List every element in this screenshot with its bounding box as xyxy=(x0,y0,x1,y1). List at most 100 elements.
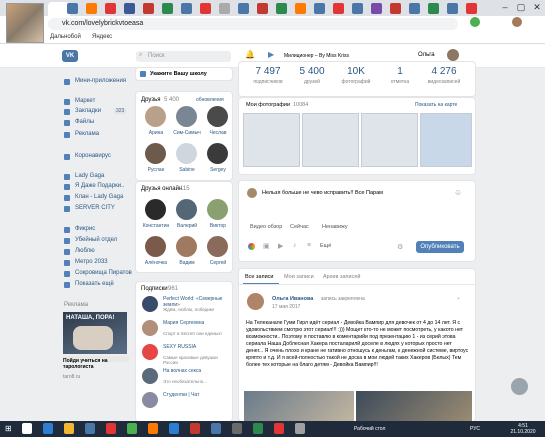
taskbar-app-icon[interactable] xyxy=(43,423,53,434)
photo-thumbnail[interactable] xyxy=(302,113,359,167)
online-friend-avatar[interactable] xyxy=(176,199,197,220)
browser-tab[interactable] xyxy=(219,3,230,14)
taskbar-app-icon[interactable] xyxy=(64,423,74,434)
subscription-avatar[interactable] xyxy=(142,296,158,312)
taskbar-app-icon[interactable] xyxy=(190,423,200,434)
taskbar-app-icon[interactable] xyxy=(22,423,32,434)
friend-name[interactable]: Арина xyxy=(142,130,170,136)
friends-updates-link[interactable]: обновления xyxy=(196,97,224,103)
browser-tab[interactable] xyxy=(162,3,173,14)
settings-icon[interactable]: ⚙ xyxy=(397,243,403,251)
online-friend-name[interactable]: Константин xyxy=(142,223,170,229)
chat-avatar[interactable] xyxy=(511,378,528,395)
video-icon[interactable]: ▶ xyxy=(278,242,283,250)
online-friend-avatar[interactable] xyxy=(176,236,197,257)
browser-tab[interactable] xyxy=(409,3,420,14)
online-friend-name[interactable]: Валерий xyxy=(173,223,201,229)
taskbar-app-icon[interactable] xyxy=(232,423,242,434)
photo-icon[interactable]: ▣ xyxy=(263,242,270,250)
friend-avatar[interactable] xyxy=(176,143,197,164)
photos-title[interactable]: Мои фотографии xyxy=(246,102,290,108)
show-on-map-link[interactable]: Показать на карте xyxy=(415,102,457,108)
sidebar-item[interactable]: Метро 2033 xyxy=(62,259,130,268)
chevron-down-icon[interactable]: ⌄ xyxy=(456,294,461,301)
post-image[interactable] xyxy=(244,391,354,421)
composer-option[interactable]: Ненавижу xyxy=(322,224,348,230)
subscription-avatar[interactable] xyxy=(142,320,158,336)
browser-tab[interactable] xyxy=(86,3,97,14)
color-icon[interactable] xyxy=(248,243,255,250)
more-button[interactable]: Ещё xyxy=(320,243,331,249)
friend-avatar[interactable] xyxy=(145,143,166,164)
sidebar-item[interactable]: Клан - Lady Gaga xyxy=(62,194,130,203)
bookmark-item[interactable]: Яндекс xyxy=(92,34,112,40)
browser-tab[interactable] xyxy=(333,3,344,14)
friend-name[interactable]: Sabine xyxy=(173,167,201,173)
sidebar-item[interactable]: Показать ещё xyxy=(62,281,130,290)
online-friend-name[interactable]: Сергей xyxy=(204,260,232,266)
online-friend-name[interactable]: Вадим xyxy=(173,260,201,266)
online-friend-avatar[interactable] xyxy=(207,236,228,257)
sidebar-item[interactable]: Мини-приложения xyxy=(62,78,130,87)
browser-tab[interactable] xyxy=(466,3,477,14)
browser-tab[interactable] xyxy=(105,3,116,14)
subscription-name[interactable]: На волнах секса xyxy=(163,368,229,374)
subscriptions-title[interactable]: Подписки xyxy=(141,286,168,292)
ad-text[interactable]: Пойди учиться на тарологиста xyxy=(63,358,129,370)
sidebar-item[interactable]: Я Даже Подарки.. xyxy=(62,183,130,192)
subscription-avatar[interactable] xyxy=(142,392,158,408)
friend-avatar[interactable] xyxy=(176,106,197,127)
sidebar-item[interactable]: Маркет xyxy=(62,98,130,107)
subscription-avatar[interactable] xyxy=(142,368,158,384)
language-indicator[interactable]: РУС xyxy=(470,426,480,432)
browser-tab[interactable] xyxy=(352,3,363,14)
subscription-avatar[interactable] xyxy=(142,344,158,360)
music-icon[interactable]: ♪ xyxy=(293,242,297,249)
maximize-icon[interactable]: ▢ xyxy=(514,2,528,13)
friend-avatar[interactable] xyxy=(207,106,228,127)
url-field[interactable]: vk.com/lovelybrickvtoeasa xyxy=(48,18,458,30)
friends-online-title[interactable]: Друзья онлайн xyxy=(141,186,182,192)
sidebar-item[interactable]: Убейный отдел xyxy=(62,237,130,246)
extension-icon[interactable] xyxy=(470,17,480,27)
taskbar-app-icon[interactable] xyxy=(211,423,221,434)
online-friend-name[interactable]: Виктор xyxy=(204,223,232,229)
online-friend-avatar[interactable] xyxy=(145,199,166,220)
emoji-icon[interactable]: ☺ xyxy=(454,188,462,197)
taskbar-app-icon[interactable] xyxy=(274,423,284,434)
sidebar-item[interactable]: Сокровища Пиратов xyxy=(62,270,132,279)
taskbar-app-icon[interactable] xyxy=(169,423,179,434)
sidebar-item[interactable]: SERVER CITY xyxy=(62,205,130,214)
taskbar-app-icon[interactable] xyxy=(253,423,263,434)
user-name[interactable]: Ольга xyxy=(418,52,435,58)
desktop-label[interactable]: Рабочий стол xyxy=(354,426,385,432)
publish-button[interactable]: Опубликовать xyxy=(416,241,464,253)
taskbar-app-icon[interactable] xyxy=(148,423,158,434)
post-author-avatar[interactable] xyxy=(247,293,264,310)
taskbar-app-icon[interactable] xyxy=(106,423,116,434)
photo-thumbnail[interactable] xyxy=(243,113,300,167)
wall-tab[interactable]: Все записи xyxy=(245,274,273,280)
sidebar-item[interactable]: Lady Gaga xyxy=(62,173,130,182)
friend-name[interactable]: Руслан xyxy=(142,167,170,173)
browser-tab[interactable] xyxy=(257,3,268,14)
online-friend-avatar[interactable] xyxy=(145,236,166,257)
sidebar-item[interactable]: Файлы xyxy=(62,119,130,128)
friend-avatar[interactable] xyxy=(145,106,166,127)
wall-tab[interactable]: Мои записи xyxy=(284,274,314,280)
browser-tab[interactable] xyxy=(124,3,135,14)
windows-start-icon[interactable]: ⊞ xyxy=(5,424,12,433)
post-date[interactable]: 17 мая 2017 xyxy=(272,304,300,310)
browser-tab[interactable] xyxy=(181,3,192,14)
taskbar-app-icon[interactable] xyxy=(295,423,305,434)
poll-icon[interactable]: ≡ xyxy=(307,242,311,249)
browser-tab[interactable] xyxy=(390,3,401,14)
post-image[interactable] xyxy=(356,391,472,421)
browser-tab[interactable] xyxy=(143,3,154,14)
play-icon[interactable]: ▶ xyxy=(268,50,274,59)
subscription-name[interactable]: SEXY RUSSIA xyxy=(163,344,229,350)
search-input[interactable]: ⌕ Поиск xyxy=(136,51,231,62)
friend-avatar[interactable] xyxy=(207,143,228,164)
clock-date[interactable]: 21.10.2020 xyxy=(503,429,543,435)
browser-tab[interactable] xyxy=(67,3,78,14)
